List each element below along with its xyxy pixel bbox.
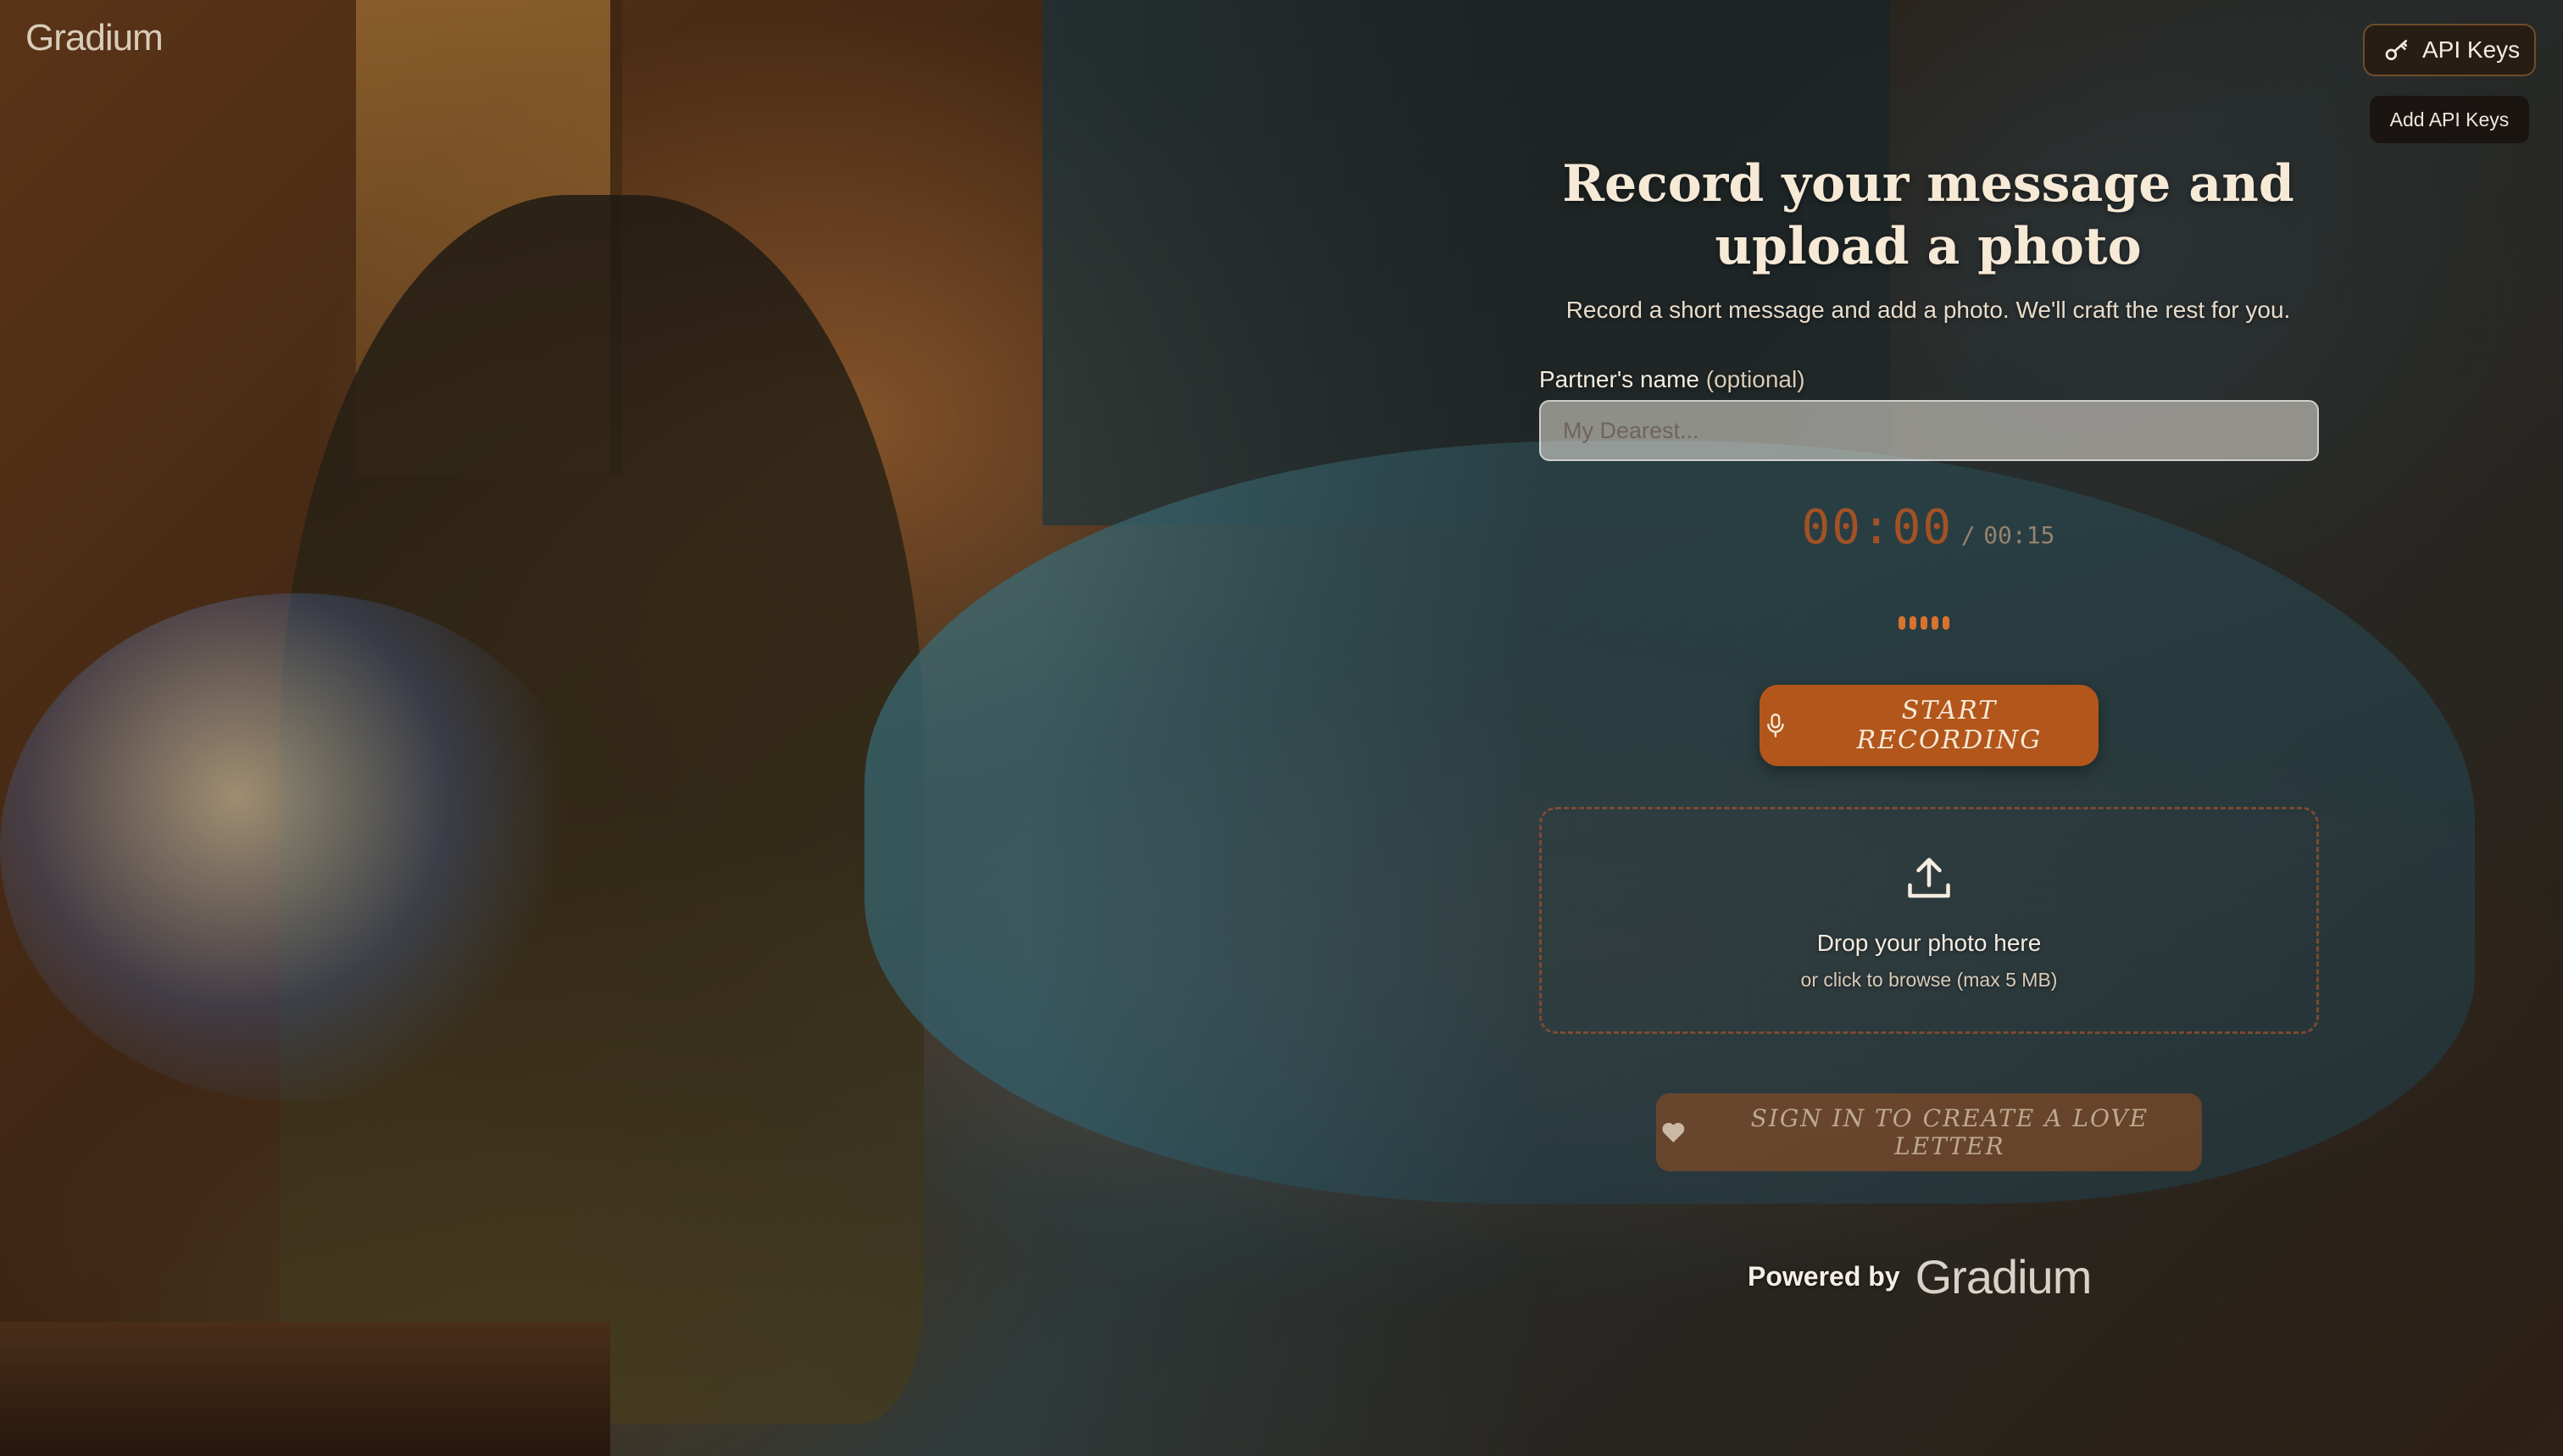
- start-recording-button[interactable]: START RECORDING: [1760, 685, 2099, 766]
- api-keys-button[interactable]: API Keys: [2363, 24, 2536, 76]
- api-keys-label: API Keys: [2422, 36, 2521, 63]
- partner-name-label-text: Partner's name: [1539, 366, 1699, 392]
- partner-name-input[interactable]: [1539, 400, 2319, 461]
- sign-in-label: SIGN IN TO CREATE A LOVE LETTER: [1750, 1104, 2149, 1160]
- waveform-bar: [1932, 616, 1938, 630]
- upload-icon: [1908, 858, 1950, 898]
- waveform-bar: [1943, 616, 1949, 630]
- timer-current: 00:00: [1801, 500, 1954, 555]
- optional-hint: (optional): [1705, 366, 1805, 392]
- dropzone-title: Drop your photo here: [1816, 930, 2042, 956]
- partner-name-label: Partner's name (optional): [1539, 366, 1805, 393]
- timer-max: 00:15: [1983, 521, 2055, 549]
- start-recording-label: START RECORDING: [1856, 696, 2043, 755]
- powered-by-text: Powered by: [1748, 1261, 1900, 1292]
- sign-in-create-letter-button[interactable]: SIGN IN TO CREATE A LOVE LETTER: [1656, 1093, 2202, 1171]
- recording-timer: 00:00 / 00:15: [1509, 500, 2348, 555]
- page-subtitle: Record a short message and add a photo. …: [1565, 297, 2291, 323]
- photo-dropzone[interactable]: Drop your photo here or click to browse …: [1539, 807, 2319, 1034]
- page-title: Record your message and upload a photo: [1562, 154, 2294, 276]
- powered-by-logo[interactable]: Gradium: [1915, 1249, 2093, 1304]
- powered-by: Powered by Gradium: [1748, 1249, 2093, 1304]
- audio-waveform: [1899, 616, 1949, 630]
- dropzone-hint: or click to browse (max 5 MB): [1800, 969, 2058, 991]
- waveform-bar: [1910, 616, 1916, 630]
- timer-separator: /: [1960, 521, 1976, 549]
- key-icon: [2385, 40, 2407, 60]
- brand-logo[interactable]: Gradium: [25, 17, 164, 59]
- heart-icon: [1662, 1122, 1685, 1142]
- waveform-bar: [1899, 616, 1905, 630]
- microphone-icon: [1767, 713, 1784, 738]
- waveform-bar: [1921, 616, 1927, 630]
- api-keys-tooltip: Add API Keys: [2370, 96, 2529, 143]
